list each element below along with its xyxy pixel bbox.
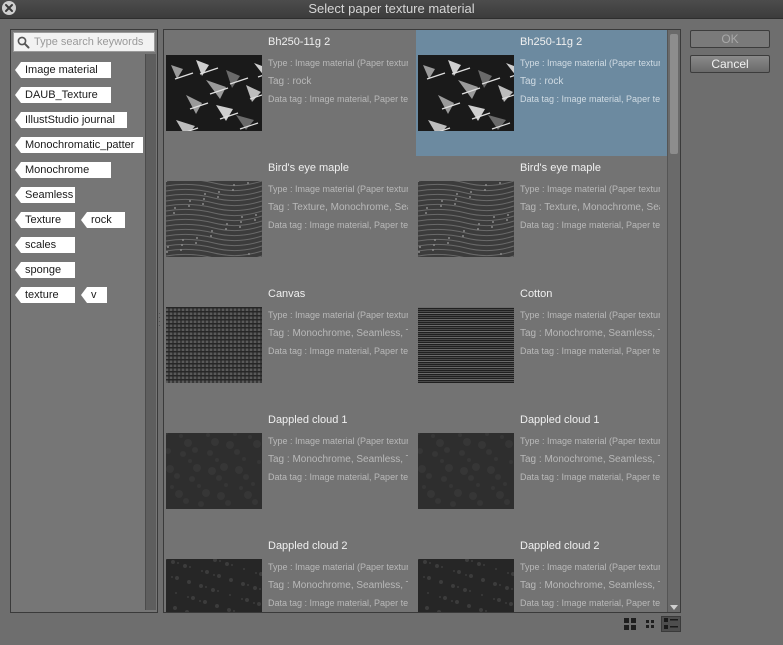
- material-grid: Bh250-11g 2 Type : Image material (Paper …: [163, 29, 681, 613]
- material-thumbnail: [165, 178, 263, 262]
- tag-texture[interactable]: Texture: [15, 212, 75, 228]
- tag-v[interactable]: v: [81, 287, 107, 303]
- material-name: Dappled cloud 2: [520, 540, 600, 552]
- tag-monochromatic-pattern[interactable]: Monochromatic_patter: [15, 137, 143, 153]
- ok-button[interactable]: OK: [690, 30, 770, 48]
- material-type: Type : Image material (Paper texture): [520, 184, 660, 194]
- material-thumbnail: [166, 55, 277, 137]
- material-type: Type : Image material (Paper texture): [268, 436, 408, 446]
- tag-scales[interactable]: scales: [15, 237, 75, 253]
- material-tag: Tag : Texture, Monochrome, Seamless: [520, 202, 660, 213]
- material-name: Cotton: [520, 288, 553, 300]
- material-thumbnail: [417, 558, 515, 612]
- window-title: Select paper texture material: [308, 1, 475, 16]
- material-item[interactable]: Bird's eye maple Type : Image material (P…: [164, 156, 416, 282]
- material-data-tag: Data tag : Image material, Paper texture: [268, 94, 408, 104]
- material-item[interactable]: Bh250-11g 2 Type : Image material (Paper …: [416, 30, 668, 156]
- search-box[interactable]: [13, 32, 155, 52]
- tag-image-material[interactable]: Image material: [15, 62, 111, 78]
- material-item[interactable]: Dappled cloud 2 Type : Image material (Pa…: [416, 534, 668, 612]
- tag-monochrome[interactable]: Monochrome: [15, 162, 111, 178]
- tag-seamless[interactable]: Seamless: [15, 187, 75, 203]
- material-tag: Tag : Monochrome, Seamless, Texture: [268, 580, 408, 591]
- material-data-tag: Data tag : Image material, Paper texture: [520, 220, 660, 230]
- material-item[interactable]: Bird's eye maple Type : Image material (P…: [416, 156, 668, 282]
- material-thumbnail: [164, 431, 262, 509]
- material-type: Type : Image material (Paper texture): [520, 436, 660, 446]
- material-type: Type : Image material (Paper texture): [268, 310, 408, 320]
- material-thumbnail: [418, 307, 514, 383]
- material-type: Type : Image material (Paper texture): [268, 562, 408, 572]
- material-data-tag: Data tag : Image material, Paper texture: [268, 472, 408, 482]
- cancel-button[interactable]: Cancel: [690, 55, 770, 73]
- material-data-tag: Data tag : Image material, Paper texture: [520, 598, 660, 608]
- tag-illuststudio-journal[interactable]: IllustStudio journal: [15, 112, 127, 128]
- material-tag: Tag : Monochrome, Seamless, Texture: [268, 454, 408, 465]
- title-bar: Select paper texture material: [0, 0, 783, 19]
- large-thumbnail-icon[interactable]: [622, 616, 638, 632]
- material-data-tag: Data tag : Image material, Paper texture: [268, 598, 408, 608]
- material-name: Dappled cloud 1: [268, 414, 348, 426]
- material-data-tag: Data tag : Image material, Paper texture: [520, 472, 660, 482]
- material-thumbnail: [166, 307, 262, 383]
- material-thumbnail: [165, 558, 263, 612]
- list-detail-icon[interactable]: [661, 616, 681, 632]
- material-thumbnail: [418, 55, 529, 137]
- tag-panel: Image material DAUB_Texture IllustStudio…: [10, 29, 158, 613]
- material-tag: Tag : rock: [268, 76, 312, 87]
- material-item[interactable]: Canvas Type : Image material (Paper textu…: [164, 282, 416, 408]
- material-tag: Tag : rock: [520, 76, 564, 87]
- panel-splitter[interactable]: · · · ·: [158, 310, 161, 330]
- material-tag: Tag : Monochrome, Seamless, Texture: [520, 454, 660, 465]
- tag-rock[interactable]: rock: [81, 212, 125, 228]
- scroll-down-icon[interactable]: [670, 605, 678, 610]
- material-name: Canvas: [268, 288, 306, 300]
- material-data-tag: Data tag : Image material, Paper texture: [268, 346, 408, 356]
- material-item[interactable]: Cotton Type : Image material (Paper textu…: [416, 282, 668, 408]
- material-tag: Tag : Monochrome, Seamless, Texture: [520, 328, 660, 339]
- material-type: Type : Image material (Paper texture): [268, 58, 408, 68]
- material-type: Type : Image material (Paper texture): [520, 562, 660, 572]
- material-item[interactable]: Dappled cloud 1 Type : Image material (Pa…: [416, 408, 668, 534]
- material-name: Bh250-11g 2: [268, 36, 331, 48]
- search-input[interactable]: [34, 33, 152, 51]
- material-grid-scrollbar[interactable]: [667, 30, 680, 612]
- material-tag: Tag : Monochrome, Seamless, Texture: [268, 328, 408, 339]
- tag-list: Image material DAUB_Texture IllustStudio…: [11, 54, 145, 610]
- material-thumbnail: [417, 178, 515, 262]
- tag-list-scrollbar[interactable]: [145, 54, 156, 610]
- tag-texture-lower[interactable]: texture: [15, 287, 75, 303]
- material-data-tag: Data tag : Image material, Paper texture: [520, 346, 660, 356]
- scrollbar-thumb[interactable]: [670, 34, 678, 154]
- tag-sponge[interactable]: sponge: [15, 262, 75, 278]
- material-name: Bird's eye maple: [268, 162, 349, 174]
- material-name: Bird's eye maple: [520, 162, 601, 174]
- small-thumbnail-icon[interactable]: [642, 616, 658, 632]
- material-item[interactable]: Bh250-11g 2 Type : Image material (Paper …: [164, 30, 416, 156]
- material-data-tag: Data tag : Image material, Paper texture: [268, 220, 408, 230]
- material-thumbnail: [416, 431, 514, 509]
- material-type: Type : Image material (Paper texture): [520, 58, 660, 68]
- material-type: Type : Image material (Paper texture): [268, 184, 408, 194]
- material-type: Type : Image material (Paper texture): [520, 310, 660, 320]
- material-item[interactable]: Dappled cloud 1 Type : Image material (Pa…: [164, 408, 416, 534]
- material-name: Dappled cloud 1: [520, 414, 600, 426]
- search-icon: [17, 36, 30, 49]
- material-data-tag: Data tag : Image material, Paper texture: [520, 94, 660, 104]
- material-tag: Tag : Texture, Monochrome, Seamless: [268, 202, 408, 213]
- tag-daub-texture[interactable]: DAUB_Texture: [15, 87, 111, 103]
- material-item[interactable]: Dappled cloud 2 Type : Image material (Pa…: [164, 534, 416, 612]
- material-tag: Tag : Monochrome, Seamless, Texture: [520, 580, 660, 591]
- material-name: Bh250-11g 2: [520, 36, 583, 48]
- material-name: Dappled cloud 2: [268, 540, 348, 552]
